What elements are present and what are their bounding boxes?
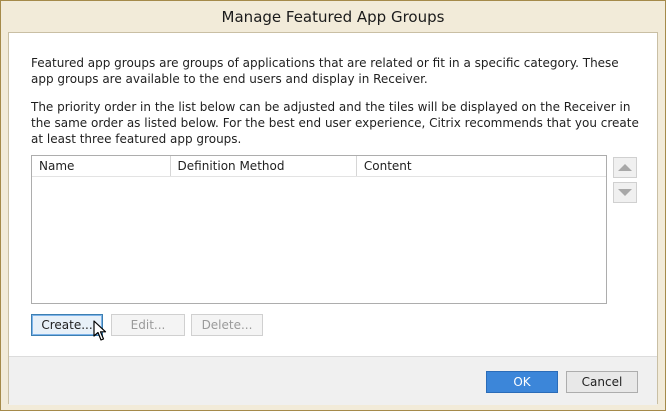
create-button-label: Create... [41, 318, 93, 332]
cancel-button[interactable]: Cancel [566, 371, 638, 393]
dialog-window: Manage Featured App Groups Featured app … [0, 0, 666, 411]
move-up-button[interactable] [613, 157, 637, 178]
ok-button-label: OK [513, 375, 531, 389]
list-header: Name Definition Method Content [32, 156, 606, 177]
move-down-button[interactable] [613, 182, 637, 203]
cancel-button-label: Cancel [581, 375, 623, 389]
title-bar[interactable]: Manage Featured App Groups [1, 1, 665, 32]
description-paragraph-2: The priority order in the list below can… [31, 100, 639, 146]
column-header-name[interactable]: Name [32, 156, 171, 176]
triangle-up-icon [618, 164, 632, 171]
featured-groups-list[interactable]: Name Definition Method Content [31, 155, 607, 304]
triangle-down-icon [618, 189, 632, 196]
edit-button[interactable]: Edit... [111, 314, 185, 336]
dialog-content: Featured app groups are groups of applic… [8, 32, 658, 405]
mouse-pointer-icon [93, 320, 107, 341]
window-title: Manage Featured App Groups [221, 8, 445, 26]
delete-button-label: Delete... [201, 318, 253, 332]
edit-button-label: Edit... [130, 318, 166, 332]
delete-button[interactable]: Delete... [191, 314, 263, 336]
column-header-definition-method[interactable]: Definition Method [171, 156, 357, 176]
ok-button[interactable]: OK [486, 371, 558, 393]
dialog-footer: OK Cancel [9, 356, 657, 405]
description-paragraph-1: Featured app groups are groups of applic… [31, 56, 619, 86]
column-header-content[interactable]: Content [357, 156, 606, 176]
